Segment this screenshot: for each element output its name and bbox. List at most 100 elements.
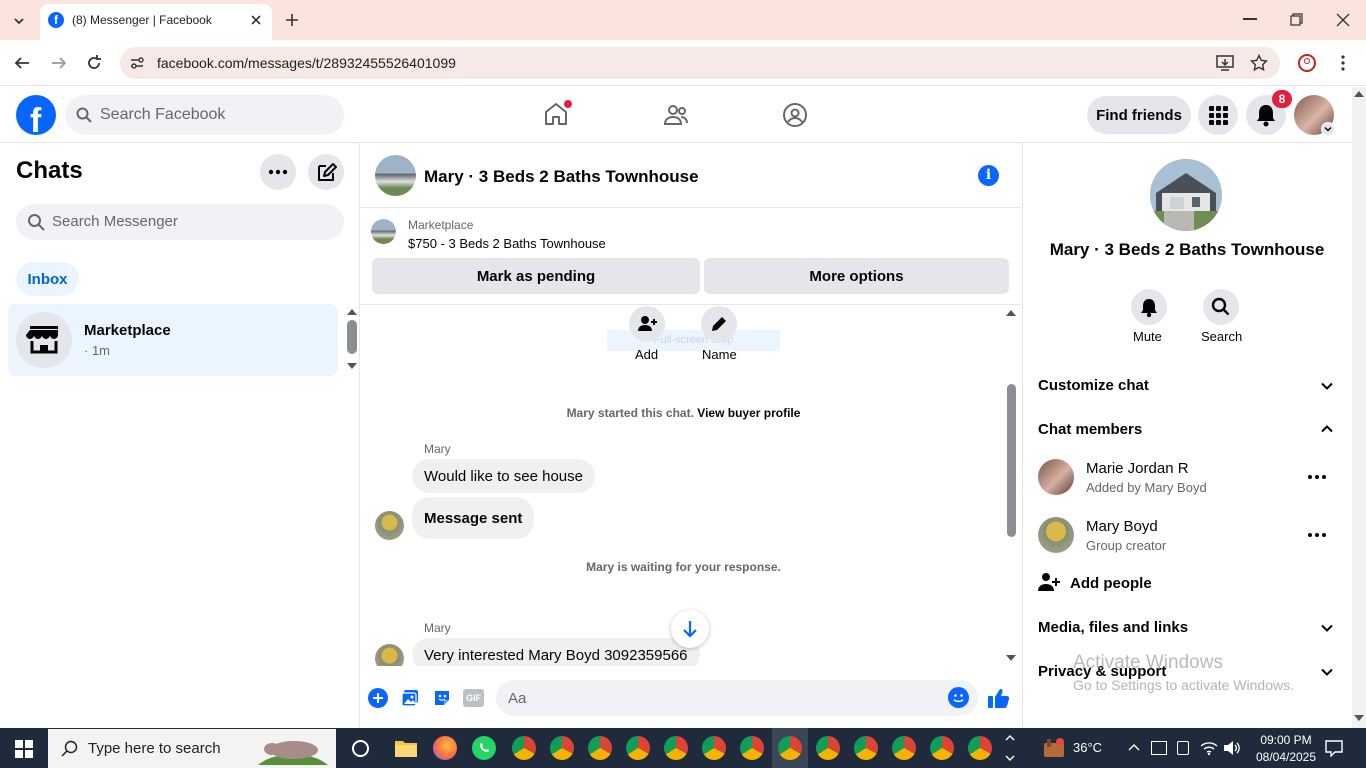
add-people-icon[interactable]: [1038, 572, 1060, 592]
message-input[interactable]: Aa: [508, 690, 526, 707]
member-options-icon[interactable]: [1307, 470, 1327, 484]
gif-icon[interactable]: GIF: [463, 689, 484, 707]
listing-thumbnail[interactable]: [371, 219, 396, 244]
conversation-scroll-up-icon[interactable]: [1006, 310, 1016, 316]
details-avatar[interactable]: [1150, 159, 1222, 231]
wifi-icon[interactable]: [1200, 740, 1218, 756]
attach-image-icon[interactable]: [400, 688, 420, 708]
facebook-search-input[interactable]: Search Facebook: [100, 106, 225, 124]
site-settings-icon[interactable]: [129, 55, 145, 71]
chrome-profile-icon[interactable]: [740, 736, 764, 760]
chrome-profile-icon[interactable]: [854, 736, 878, 760]
url-text[interactable]: facebook.com/messages/t/2893245552640109…: [157, 55, 456, 71]
taskbar-overflow-icon[interactable]: [1004, 732, 1016, 764]
conversation-title[interactable]: Mary · 3 Beds 2 Baths Townhouse: [424, 167, 699, 187]
scroll-up-arrow-icon[interactable]: [1354, 91, 1364, 97]
temperature-text[interactable]: 36°C: [1073, 740, 1102, 755]
like-icon[interactable]: [987, 686, 1011, 710]
chrome-profile-icon[interactable]: [930, 736, 954, 760]
view-buyer-profile-link[interactable]: View buyer profile: [697, 406, 800, 420]
weather-icon[interactable]: [1042, 737, 1066, 759]
conversation-info-icon[interactable]: i: [978, 165, 999, 186]
restore-icon[interactable]: [1290, 13, 1303, 26]
scroll-down-arrow-icon[interactable]: [1354, 715, 1364, 721]
media-files-links-section[interactable]: Media, files and links: [1038, 619, 1188, 636]
more-actions-icon[interactable]: [368, 688, 388, 708]
chrome-profile-icon[interactable]: [588, 736, 612, 760]
member-name[interactable]: Mary Boyd: [1086, 518, 1158, 535]
customize-chat-section[interactable]: Customize chat: [1038, 377, 1149, 394]
tab-close-icon[interactable]: [249, 13, 263, 27]
clock-time[interactable]: 09:00 PM: [1254, 733, 1318, 747]
browser-menu-icon[interactable]: [1340, 55, 1346, 71]
tray-chevron-up-icon[interactable]: [1128, 742, 1140, 754]
profile-icon[interactable]: [1298, 54, 1316, 72]
chat-members-section[interactable]: Chat members: [1038, 421, 1142, 438]
member-options-icon[interactable]: [1307, 528, 1327, 542]
file-explorer-icon[interactable]: [395, 739, 417, 757]
message-bubble[interactable]: Very interested Mary Boyd 3092359566: [412, 638, 700, 666]
chrome-profile-icon[interactable]: [702, 736, 726, 760]
add-people-button[interactable]: Add people: [1070, 575, 1152, 592]
bookmark-star-icon[interactable]: [1250, 54, 1268, 72]
conversation-scrollbar-thumb[interactable]: [1007, 384, 1016, 537]
chrome-profile-icon[interactable]: [816, 736, 840, 760]
chats-options-button[interactable]: [260, 154, 296, 190]
find-friends-button[interactable]: Find friends: [1087, 96, 1191, 134]
conversation-avatar[interactable]: [375, 155, 416, 196]
task-view-icon[interactable]: [352, 740, 369, 757]
more-options-button[interactable]: More options: [704, 258, 1009, 294]
chevron-down-icon[interactable]: [1320, 665, 1334, 679]
account-chevron-icon[interactable]: [1321, 122, 1335, 136]
windows-start-icon[interactable]: [15, 740, 33, 758]
mary-avatar[interactable]: [375, 644, 404, 666]
mary-avatar[interactable]: [375, 511, 404, 540]
whatsapp-icon[interactable]: [472, 736, 496, 760]
member-avatar[interactable]: [1038, 459, 1074, 495]
back-icon[interactable]: [13, 54, 31, 72]
chrome-profile-icon[interactable]: [892, 736, 916, 760]
taskbar-search-input[interactable]: Type here to search: [88, 740, 221, 757]
search-conversation-button[interactable]: [1203, 289, 1239, 325]
facebook-logo-icon[interactable]: f: [16, 95, 56, 135]
chats-scroll-down-icon[interactable]: [347, 363, 357, 369]
message-bubble[interactable]: Would like to see house: [412, 459, 595, 493]
edit-name-button[interactable]: [701, 306, 737, 342]
friends-icon[interactable]: [663, 102, 689, 128]
menu-grid-button[interactable]: [1198, 95, 1238, 135]
firefox-icon[interactable]: [433, 736, 457, 760]
messenger-search-input[interactable]: Search Messenger: [52, 213, 178, 230]
minimize-icon[interactable]: [1243, 18, 1257, 20]
member-avatar[interactable]: [1038, 517, 1074, 553]
new-message-button[interactable]: [308, 154, 344, 190]
tray-battery-icon[interactable]: [1177, 741, 1189, 755]
chevron-up-icon[interactable]: [1320, 422, 1334, 436]
page-scrollbar[interactable]: [1352, 87, 1366, 728]
message-bubble[interactable]: Message sent: [412, 497, 535, 539]
emoji-icon[interactable]: [948, 687, 969, 708]
groups-icon[interactable]: [782, 102, 808, 128]
sticker-icon[interactable]: [432, 688, 452, 708]
close-window-icon[interactable]: [1336, 13, 1350, 27]
tab-list-icon[interactable]: [10, 12, 28, 30]
volume-icon[interactable]: [1223, 740, 1241, 756]
conversation-scroll-down-icon[interactable]: [1006, 655, 1016, 661]
chrome-profile-icon[interactable]: [778, 736, 802, 760]
chrome-profile-icon[interactable]: [664, 736, 688, 760]
tray-network-device-icon[interactable]: [1151, 741, 1167, 755]
chats-scrollbar[interactable]: [347, 320, 357, 354]
reload-icon[interactable]: [85, 54, 103, 72]
new-tab-icon[interactable]: [284, 12, 300, 28]
inbox-tab[interactable]: Inbox: [16, 262, 79, 296]
message-composer[interactable]: [496, 680, 978, 716]
chevron-down-icon[interactable]: [1320, 621, 1334, 635]
mark-as-pending-button[interactable]: Mark as pending: [372, 258, 700, 294]
mute-button[interactable]: [1131, 289, 1167, 325]
install-app-icon[interactable]: [1216, 54, 1234, 72]
chrome-profile-icon[interactable]: [968, 736, 992, 760]
chrome-profile-icon[interactable]: [550, 736, 574, 760]
chevron-down-icon[interactable]: [1320, 379, 1334, 393]
member-name[interactable]: Marie Jordan R: [1086, 460, 1189, 477]
notification-center-icon[interactable]: [1325, 739, 1343, 757]
chats-scroll-up-icon[interactable]: [347, 309, 357, 315]
